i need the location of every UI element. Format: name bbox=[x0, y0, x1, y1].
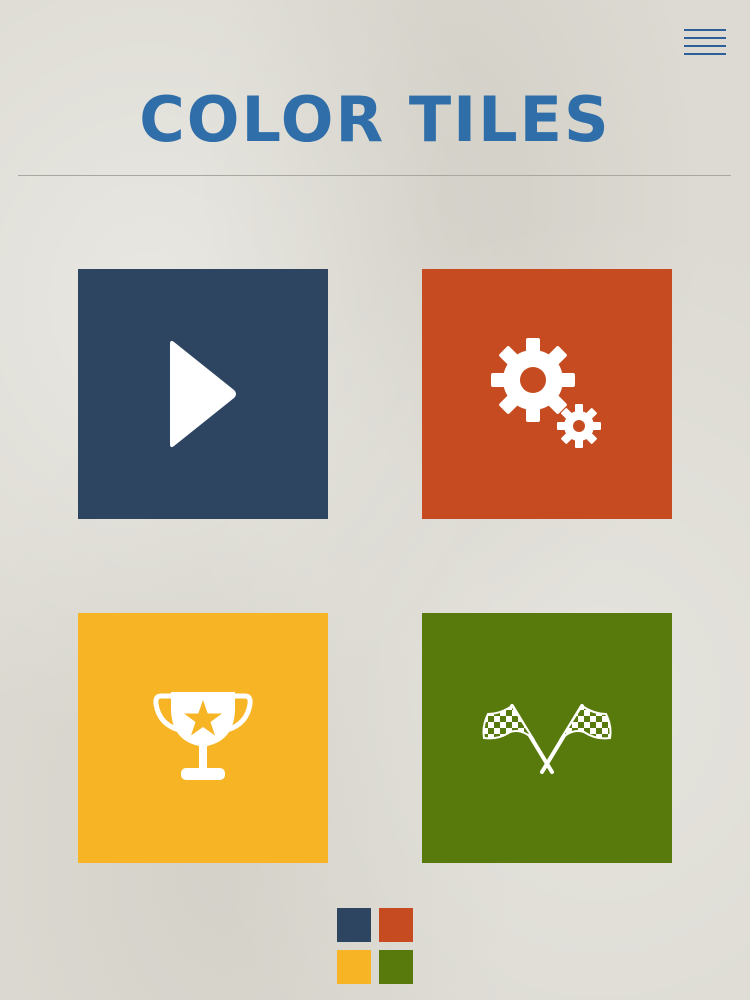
menu-icon-line bbox=[684, 29, 726, 31]
play-icon bbox=[170, 340, 236, 448]
logo-square-yellow bbox=[337, 950, 371, 984]
header-divider bbox=[18, 175, 731, 176]
menu-icon-line bbox=[684, 37, 726, 39]
logo-square-blue bbox=[337, 908, 371, 942]
logo-square-orange bbox=[379, 908, 413, 942]
app-title: COLOR TILES bbox=[139, 83, 611, 156]
achievements-tile[interactable] bbox=[78, 613, 328, 863]
settings-tile[interactable] bbox=[422, 269, 672, 519]
logo-square-green bbox=[379, 950, 413, 984]
brand-logo bbox=[337, 908, 413, 984]
menu-icon-line bbox=[684, 45, 726, 47]
checkered-flags-icon bbox=[482, 704, 612, 774]
race-tile[interactable] bbox=[422, 613, 672, 863]
play-tile[interactable] bbox=[78, 269, 328, 519]
menu-button[interactable] bbox=[682, 24, 728, 58]
trophy-star-icon bbox=[153, 692, 253, 780]
gears-icon bbox=[491, 338, 601, 448]
menu-icon-line bbox=[684, 53, 726, 55]
